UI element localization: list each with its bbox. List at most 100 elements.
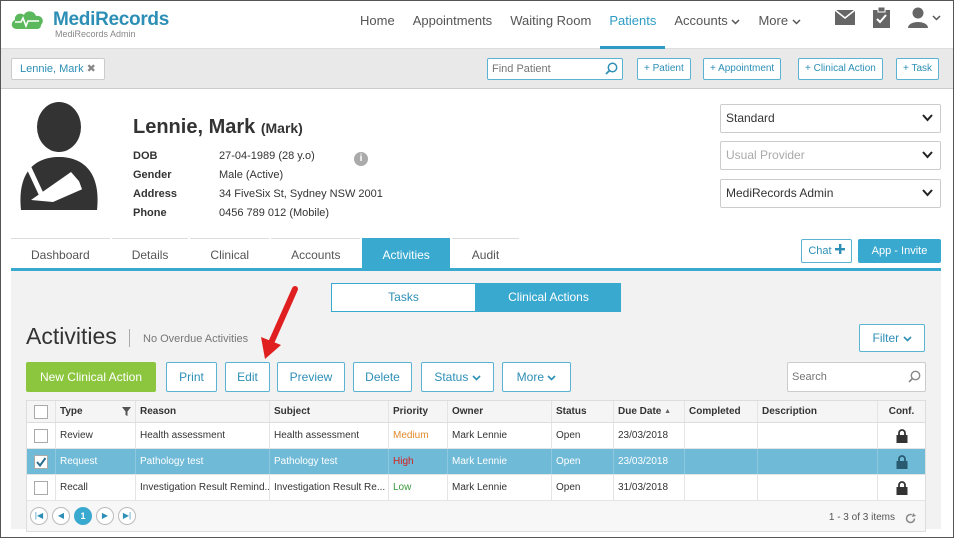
prev-page-button[interactable]: ◀ <box>52 507 70 525</box>
cell-completed <box>685 475 758 500</box>
new-clinical-action-button[interactable]: New Clinical Action <box>26 362 156 392</box>
tab-details[interactable]: Details <box>111 238 189 269</box>
nav-waiting-room[interactable]: Waiting Room <box>501 1 600 49</box>
close-icon[interactable]: ✖ <box>87 63 96 75</box>
nav-patients[interactable]: Patients <box>600 1 666 49</box>
nav-accounts[interactable]: Accounts <box>665 1 749 49</box>
chat-button[interactable]: Chat <box>801 239 852 263</box>
add-appointment-button[interactable]: + Appointment <box>703 58 782 80</box>
nav-more[interactable]: More <box>749 1 809 49</box>
clinical-actions-toggle[interactable]: Clinical Actions <box>476 283 621 312</box>
row-checkbox[interactable] <box>34 480 48 495</box>
filter-icon[interactable] <box>122 407 131 416</box>
top-navbar: MediRecords MediRecords Admin Home Appoi… <box>1 1 953 49</box>
nav-more-label: More <box>758 13 789 28</box>
row-select-cell <box>27 449 56 474</box>
select-all-cell <box>27 401 56 422</box>
col-conf[interactable]: Conf. <box>878 401 925 422</box>
chat-label: Chat <box>808 245 832 257</box>
main-nav: Home Appointments Waiting Room Patients … <box>351 1 810 49</box>
row-checkbox[interactable] <box>34 428 48 443</box>
app-logo[interactable]: MediRecords MediRecords Admin <box>9 7 169 39</box>
preview-button[interactable]: Preview <box>277 362 345 392</box>
table-row[interactable]: Recall Investigation Result Remind... In… <box>27 475 925 501</box>
col-reason[interactable]: Reason <box>136 401 270 422</box>
cloud-logo-icon <box>11 11 43 29</box>
cell-subject: Investigation Result Re... <box>270 475 389 500</box>
row-checkbox-checked[interactable] <box>34 454 48 469</box>
dob-label: DOB <box>133 150 158 162</box>
location-select[interactable]: MediRecords Admin <box>720 179 941 208</box>
user-icon <box>908 7 928 28</box>
col-due-date[interactable]: Due Date ▲ <box>614 401 685 422</box>
lock-icon[interactable] <box>896 428 908 443</box>
open-patient-tab[interactable]: Lennie, Mark ✖ <box>11 58 105 80</box>
nav-home[interactable]: Home <box>351 1 404 49</box>
col-status[interactable]: Status <box>552 401 614 422</box>
cell-priority: Low <box>389 475 448 500</box>
tab-activities[interactable]: Activities <box>362 238 450 269</box>
search-icon[interactable] <box>605 62 618 75</box>
find-patient-field[interactable] <box>487 58 623 80</box>
info-icon[interactable]: i <box>354 152 368 166</box>
col-completed[interactable]: Completed <box>685 401 758 422</box>
table-row[interactable]: Request Pathology test Pathology test Hi… <box>27 449 925 475</box>
cell-description <box>758 449 878 474</box>
add-patient-button[interactable]: + Patient <box>637 58 691 80</box>
activities-search[interactable] <box>787 362 926 392</box>
sort-asc-icon: ▲ <box>664 408 672 415</box>
lock-icon[interactable] <box>896 454 908 469</box>
nav-appointments[interactable]: Appointments <box>404 1 502 49</box>
cell-completed <box>685 423 758 448</box>
tab-accounts[interactable]: Accounts <box>271 238 361 269</box>
user-menu[interactable] <box>908 7 941 28</box>
lock-icon[interactable] <box>896 480 908 495</box>
search-icon[interactable] <box>908 370 921 383</box>
tab-dashboard[interactable]: Dashboard <box>11 238 110 269</box>
next-page-button[interactable]: ▶ <box>96 507 114 525</box>
app-invite-button[interactable]: App - Invite <box>858 239 941 263</box>
cell-due-date: 23/03/2018 <box>614 423 685 448</box>
last-page-button[interactable]: ▶| <box>118 507 136 525</box>
more-button[interactable]: More <box>502 362 571 392</box>
tasks-toggle[interactable]: Tasks <box>331 283 476 312</box>
title-divider <box>129 329 130 347</box>
tab-clinical[interactable]: Clinical <box>190 238 270 269</box>
print-button[interactable]: Print <box>166 362 217 392</box>
select-all-checkbox[interactable] <box>34 404 48 419</box>
col-owner[interactable]: Owner <box>448 401 552 422</box>
activities-search-input[interactable] <box>788 363 898 391</box>
cell-priority: Medium <box>389 423 448 448</box>
col-type[interactable]: Type <box>56 401 136 422</box>
cell-conf <box>878 449 925 474</box>
edit-button[interactable]: Edit <box>225 362 270 392</box>
usual-provider-select[interactable]: Usual Provider <box>720 141 941 170</box>
cell-description <box>758 475 878 500</box>
cell-due-date: 31/03/2018 <box>614 475 685 500</box>
table-row[interactable]: Review Health assessment Health assessme… <box>27 423 925 449</box>
cell-conf <box>878 423 925 448</box>
delete-button[interactable]: Delete <box>353 362 412 392</box>
appointment-type-select[interactable]: Standard <box>720 104 941 133</box>
col-description[interactable]: Description <box>758 401 878 422</box>
tab-audit[interactable]: Audit <box>451 238 520 269</box>
refresh-icon[interactable] <box>905 513 916 524</box>
clipboard-check-icon[interactable] <box>873 7 890 28</box>
page-number-button[interactable]: 1 <box>74 507 92 525</box>
status-button[interactable]: Status <box>421 362 494 392</box>
find-patient-input[interactable] <box>488 59 598 79</box>
chevron-down-icon <box>922 114 933 122</box>
cell-subject: Health assessment <box>270 423 389 448</box>
col-priority[interactable]: Priority <box>389 401 448 422</box>
filter-button[interactable]: Filter <box>859 324 925 352</box>
first-page-button[interactable]: |◀ <box>30 507 48 525</box>
cell-type: Request <box>56 449 136 474</box>
col-subject[interactable]: Subject <box>270 401 389 422</box>
add-task-button[interactable]: + Task <box>896 58 939 80</box>
add-clinical-action-button[interactable]: + Clinical Action <box>798 58 883 80</box>
page-title: Activities <box>26 323 117 349</box>
address-label: Address <box>133 188 178 200</box>
plus-icon <box>834 244 845 254</box>
mail-icon[interactable] <box>835 10 855 25</box>
cell-reason: Health assessment <box>136 423 270 448</box>
